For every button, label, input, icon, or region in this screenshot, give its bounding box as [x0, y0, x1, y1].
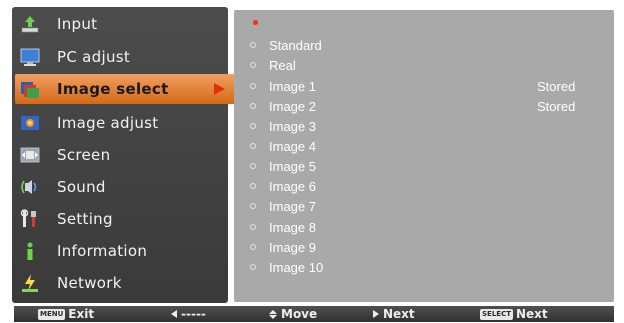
submenu-item-name: Real	[269, 58, 296, 73]
menu-item-information[interactable]: Information	[12, 236, 228, 266]
submenu-item-image-5[interactable]: Image 5	[234, 157, 614, 177]
menu-item-label: Network	[57, 274, 122, 292]
main-menu: Input PC adjust Image select Image adjus…	[12, 7, 239, 303]
menu-item-input[interactable]: Input	[12, 9, 228, 39]
submenu-item-name: Image 6	[269, 179, 316, 194]
left-arrow-icon	[171, 310, 177, 318]
menu-item-label: Information	[57, 242, 148, 260]
submenu-item-image-2[interactable]: Image 2 Stored	[234, 97, 614, 117]
menu-item-setting[interactable]: Setting	[12, 204, 228, 234]
hint-move: Move	[269, 307, 317, 321]
submenu-item-name: Image 10	[269, 260, 324, 275]
speaker-icon	[20, 177, 40, 197]
active-indicator-dot	[253, 20, 258, 25]
tools-icon	[20, 209, 40, 229]
info-icon	[20, 241, 40, 261]
menu-item-label: Screen	[57, 146, 111, 164]
hint-next: Next	[373, 307, 415, 321]
submenu-item-name: Image 4	[269, 139, 316, 154]
radio-icon	[250, 103, 256, 109]
radio-icon	[250, 123, 256, 129]
submenu-item-name: Image 3	[269, 119, 316, 134]
submenu-item-name: Image 5	[269, 159, 316, 174]
up-down-arrow-icon	[269, 309, 277, 319]
submenu-item-name: Standard	[269, 38, 322, 53]
radio-icon	[250, 203, 256, 209]
menu-item-label: Image adjust	[57, 114, 159, 132]
menu-item-label: Sound	[57, 178, 106, 196]
menu-item-pc-adjust[interactable]: PC adjust	[12, 42, 228, 72]
submenu-item-image-7[interactable]: Image 7	[234, 197, 614, 217]
radio-icon	[250, 163, 256, 169]
network-icon	[20, 273, 40, 293]
radio-icon	[250, 183, 256, 189]
menu-item-network[interactable]: Network	[12, 268, 228, 298]
image-adjust-icon	[20, 113, 40, 133]
radio-icon	[250, 264, 256, 270]
menu-item-screen[interactable]: Screen	[12, 140, 228, 170]
radio-icon	[250, 42, 256, 48]
menu-item-image-select[interactable]: Image select	[15, 74, 239, 104]
radio-icon	[250, 83, 256, 89]
menu-item-label: PC adjust	[57, 48, 131, 66]
submenu-item-name: Image 1	[269, 79, 316, 94]
menu-item-sound[interactable]: Sound	[12, 172, 228, 202]
radio-icon	[250, 143, 256, 149]
submenu-item-image-3[interactable]: Image 3	[234, 117, 614, 137]
submenu-item-image-4[interactable]: Image 4	[234, 137, 614, 157]
menu-item-label: Image select	[57, 80, 169, 98]
selected-arrow-icon	[214, 83, 225, 95]
right-arrow-icon	[373, 310, 379, 318]
submenu-item-name: Image 2	[269, 99, 316, 114]
submenu-item-status: Stored	[537, 79, 576, 94]
hint-back: -----	[171, 307, 206, 321]
hint-exit-label: Exit	[68, 307, 95, 321]
submenu-item-status: Stored	[537, 99, 576, 114]
radio-icon	[250, 244, 256, 250]
input-arrow-icon	[20, 14, 40, 34]
submenu-item-standard[interactable]: Standard	[234, 36, 614, 56]
hint-select-next-label: Next	[515, 307, 548, 321]
submenu-item-image-9[interactable]: Image 9	[234, 238, 614, 258]
image-select-submenu: Standard Real Image 1 Stored Image 2 Sto…	[234, 10, 614, 302]
hint-back-label: -----	[181, 307, 206, 321]
hint-next-label: Next	[383, 307, 415, 321]
menu-item-label: Setting	[57, 210, 113, 228]
hint-exit: MENU Exit	[38, 307, 94, 321]
submenu-item-image-8[interactable]: Image 8	[234, 218, 614, 238]
bottom-hint-bar: MENU Exit ----- Move Next SELECT Next	[14, 306, 614, 322]
hint-select-next: SELECT Next	[480, 307, 548, 321]
submenu-item-image-10[interactable]: Image 10	[234, 258, 614, 278]
hint-move-label: Move	[281, 307, 318, 321]
submenu-item-name: Image 9	[269, 240, 316, 255]
submenu-item-name: Image 8	[269, 220, 316, 235]
menu-item-image-adjust[interactable]: Image adjust	[12, 108, 228, 138]
submenu-item-image-6[interactable]: Image 6	[234, 177, 614, 197]
submenu-item-image-1[interactable]: Image 1 Stored	[234, 77, 614, 97]
menu-item-label: Input	[57, 15, 98, 33]
radio-icon	[250, 62, 256, 68]
select-key-icon: SELECT	[480, 308, 513, 320]
monitor-icon	[20, 47, 40, 67]
menu-key-icon: MENU	[38, 308, 66, 320]
submenu-item-name: Image 7	[269, 199, 316, 214]
screen-icon	[20, 145, 40, 165]
image-select-icon	[20, 79, 40, 99]
submenu-item-real[interactable]: Real	[234, 56, 614, 76]
radio-icon	[250, 224, 256, 230]
